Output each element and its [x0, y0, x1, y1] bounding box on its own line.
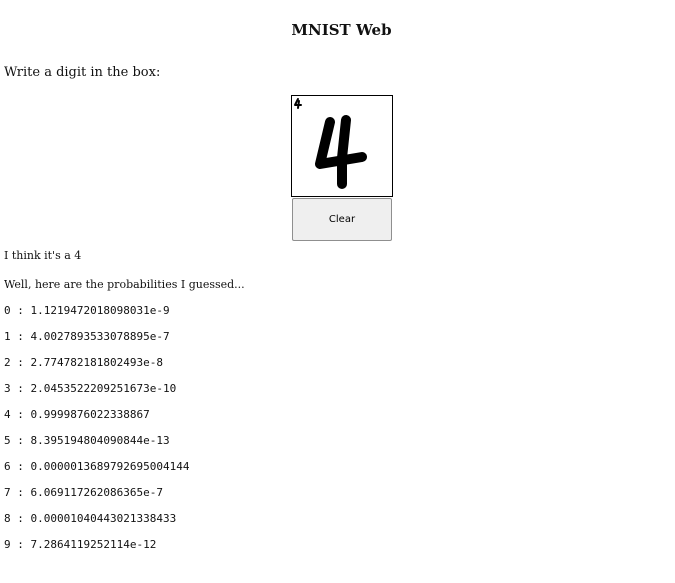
- probability-row-2: 2 : 2.774782181802493e-8: [4, 356, 189, 382]
- probabilities-heading: Well, here are the probabilities I guess…: [4, 278, 245, 291]
- preview-digit-four: [294, 98, 302, 109]
- prediction-text: I think it's a 4: [4, 249, 82, 262]
- drawing-canvas[interactable]: [291, 95, 393, 197]
- probability-separator: :: [10, 434, 31, 447]
- probability-value: 4.0027893533078895e-7: [30, 330, 170, 343]
- probability-row-7: 7 : 6.069117262086365e-7: [4, 486, 189, 512]
- probability-value: 2.774782181802493e-8: [30, 356, 163, 369]
- probability-digit: 4: [4, 408, 11, 421]
- probability-row-8: 8 : 0.00001040443021338433: [4, 512, 189, 538]
- probability-row-1: 1 : 4.0027893533078895e-7: [4, 330, 189, 356]
- probability-value: 2.0453522209251673e-10: [30, 382, 177, 395]
- probability-row-4: 4 : 0.9999876022338867: [4, 408, 189, 434]
- probability-value: 7.2864119252114e-12: [30, 538, 157, 551]
- probability-separator: :: [10, 512, 31, 525]
- instruction-text: Write a digit in the box:: [4, 65, 161, 80]
- probability-digit: 7: [4, 486, 11, 499]
- probability-row-9: 9 : 7.2864119252114e-12: [4, 538, 189, 564]
- probability-digit: 1: [4, 330, 11, 343]
- drawn-digit-four: [294, 98, 367, 189]
- probability-row-5: 5 : 8.395194804090844e-13: [4, 434, 189, 460]
- probability-digit: 0: [4, 304, 11, 317]
- probability-value: 0.9999876022338867: [30, 408, 150, 421]
- handwritten-digit-four: [315, 115, 367, 189]
- probability-separator: :: [10, 460, 31, 473]
- probability-row-6: 6 : 0.0000013689792695004144: [4, 460, 189, 486]
- probability-separator: :: [10, 356, 31, 369]
- probability-value: 1.1219472018098031e-9: [30, 304, 170, 317]
- probability-row-0: 0 : 1.1219472018098031e-9: [4, 304, 189, 330]
- probability-digit: 2: [4, 356, 11, 369]
- probability-value: 8.395194804090844e-13: [30, 434, 170, 447]
- probability-digit: 6: [4, 460, 11, 473]
- probability-value: 6.069117262086365e-7: [30, 486, 163, 499]
- probability-digit: 5: [4, 434, 11, 447]
- probability-separator: :: [10, 382, 31, 395]
- probability-value: 0.00001040443021338433: [30, 512, 177, 525]
- probability-separator: :: [10, 486, 31, 499]
- probability-separator: :: [10, 330, 31, 343]
- probability-separator: :: [10, 538, 31, 551]
- page-title: MNIST Web: [291, 21, 392, 39]
- probability-digit: 8: [4, 512, 11, 525]
- clear-button[interactable]: Clear: [292, 198, 392, 241]
- probability-digit: 9: [4, 538, 11, 551]
- probability-value: 0.0000013689792695004144: [30, 460, 190, 473]
- probability-separator: :: [10, 408, 31, 421]
- probability-separator: :: [10, 304, 31, 317]
- probability-list: 0 : 1.1219472018098031e-9 1 : 4.00278935…: [4, 304, 189, 564]
- probability-digit: 3: [4, 382, 11, 395]
- probability-row-3: 3 : 2.0453522209251673e-10: [4, 382, 189, 408]
